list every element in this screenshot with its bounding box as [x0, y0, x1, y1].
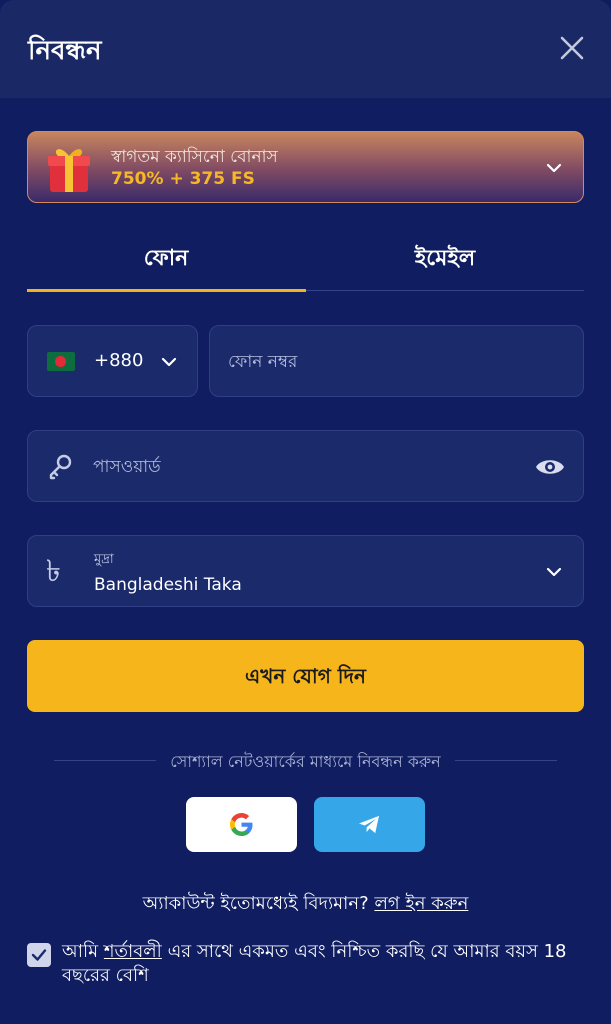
google-icon [230, 813, 253, 836]
google-signup-button[interactable] [186, 797, 297, 852]
social-divider: সোশ্যাল নেটওয়ার্কের মাধ্যমে নিবন্ধন করু… [0, 749, 611, 776]
eye-icon[interactable] [534, 453, 566, 481]
password-input[interactable] [93, 453, 513, 481]
terms-link[interactable]: শর্তাবলী [104, 941, 162, 962]
chevron-down-icon [161, 357, 177, 367]
checkmark-icon [31, 949, 47, 961]
login-prompt-text: অ্যাকাউন্ট ইতোমধ্যেই বিদ্যমান? [142, 893, 369, 914]
password-field[interactable] [27, 430, 584, 502]
taka-icon: ৳ [46, 554, 61, 589]
tab-email[interactable]: ইমেইল [306, 228, 584, 290]
active-tab-indicator [27, 289, 306, 292]
country-code: +880 [94, 350, 144, 371]
telegram-signup-button[interactable] [314, 797, 425, 852]
login-prompt: অ্যাকাউন্ট ইতোমধ্যেই বিদ্যমান? লগ ইন করু… [0, 889, 611, 920]
phone-field[interactable] [209, 325, 584, 397]
terms-prefix: আমি [62, 941, 99, 962]
terms-text: আমি শর্তাবলী এর সাথে একমত এবং নিশ্চিত কর… [62, 940, 584, 988]
bonus-title: স্বাগতম ক্যাসিনো বোনাস [111, 147, 278, 167]
bonus-selector[interactable]: স্বাগতম ক্যাসিনো বোনাস 750% + 375 FS [27, 131, 584, 203]
currency-select[interactable]: ৳ মুদ্রা Bangladeshi Taka [27, 535, 584, 607]
signup-method-tabs: ফোন ইমেইল [27, 228, 584, 292]
social-divider-text: সোশ্যাল নেটওয়ার্কের মাধ্যমে নিবন্ধন করু… [156, 752, 455, 771]
close-button[interactable] [552, 28, 592, 68]
currency-value: Bangladeshi Taka [94, 575, 242, 595]
bangladesh-flag-icon [47, 352, 75, 371]
gift-icon [48, 149, 90, 192]
phone-input[interactable] [228, 348, 568, 376]
login-link[interactable]: লগ ইন করুন [374, 893, 468, 914]
terms-checkbox[interactable] [27, 943, 51, 967]
bonus-amount: 750% + 375 FS [111, 169, 255, 189]
chevron-down-icon [546, 163, 562, 173]
chevron-down-icon [546, 567, 562, 577]
terms-agreement: আমি শর্তাবলী এর সাথে একমত এবং নিশ্চিত কর… [27, 940, 584, 1000]
join-now-button[interactable]: এখন যোগ দিন [27, 640, 584, 712]
close-icon[interactable] [552, 28, 592, 68]
telegram-icon [359, 815, 380, 834]
currency-label: মুদ্রা [94, 552, 114, 567]
page-title: নিবন্ধন [28, 36, 102, 66]
modal-header: নিবন্ধন [0, 0, 611, 98]
tab-phone[interactable]: ফোন [27, 228, 305, 290]
key-icon [49, 454, 72, 480]
country-code-select[interactable]: +880 [27, 325, 198, 397]
